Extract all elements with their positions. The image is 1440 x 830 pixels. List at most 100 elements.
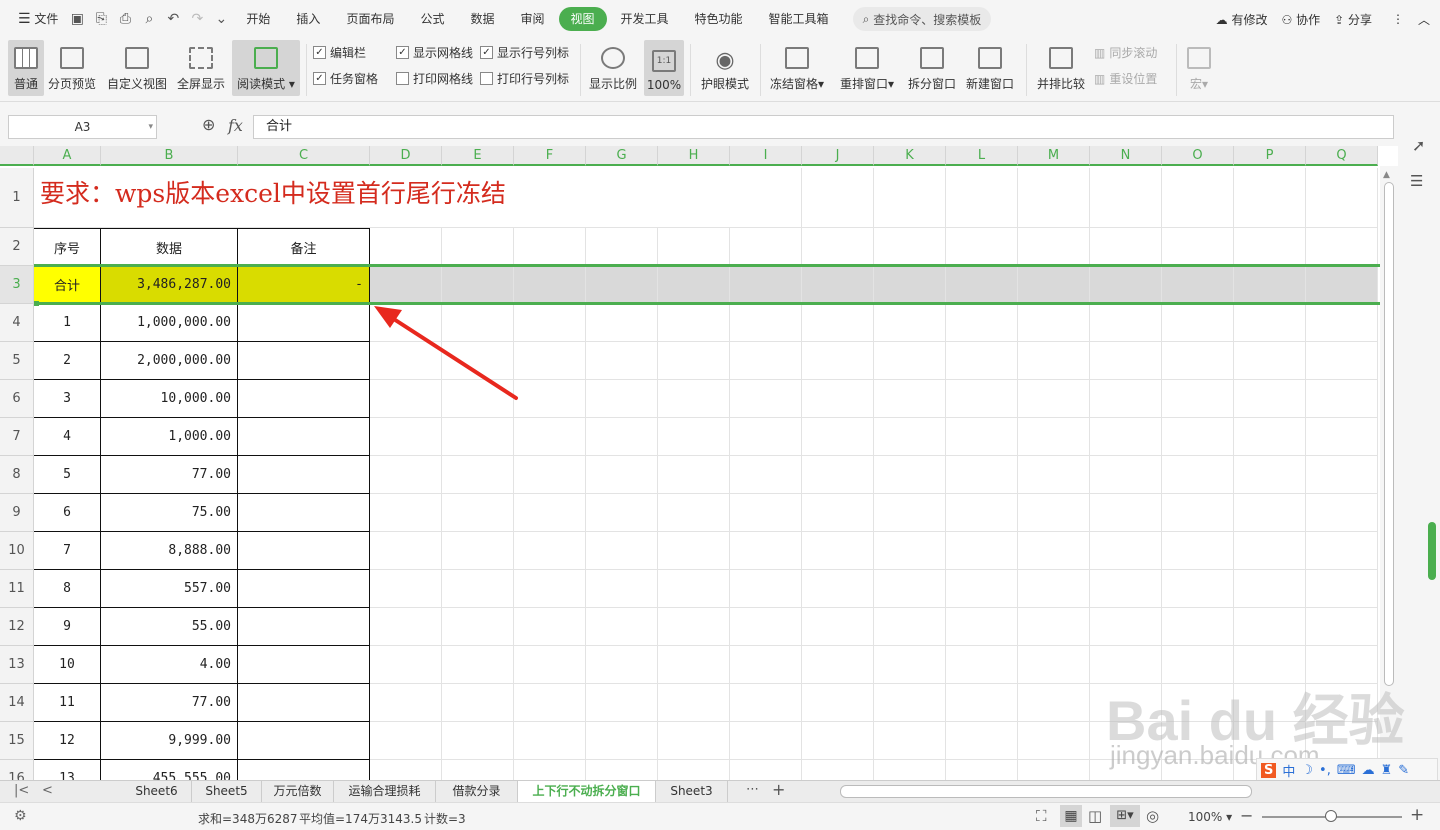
empty-cell[interactable] bbox=[658, 304, 730, 342]
empty-cell[interactable] bbox=[1090, 228, 1162, 266]
row-header-4[interactable]: 4 bbox=[0, 304, 34, 342]
empty-cell[interactable] bbox=[514, 760, 586, 780]
eye-care-button[interactable]: ◉ 护眼模式 bbox=[698, 40, 752, 96]
empty-cell[interactable] bbox=[1018, 608, 1090, 646]
empty-cell[interactable] bbox=[442, 608, 514, 646]
empty-cell[interactable] bbox=[730, 760, 802, 780]
page-break-preview-button[interactable]: 分页预览 bbox=[46, 40, 98, 96]
macro-record-icon[interactable]: ⚙ bbox=[14, 808, 27, 824]
print-headers-checkbox[interactable]: 打印行号列标 bbox=[480, 70, 569, 87]
value-cell[interactable]: 8,888.00 bbox=[101, 532, 238, 570]
more-sheets-icon[interactable]: ⋯ bbox=[746, 782, 759, 797]
value-cell[interactable]: 2,000,000.00 bbox=[101, 342, 238, 380]
empty-cell[interactable] bbox=[442, 684, 514, 722]
empty-cell[interactable] bbox=[586, 456, 658, 494]
empty-cell[interactable] bbox=[946, 494, 1018, 532]
empty-cell[interactable] bbox=[586, 228, 658, 266]
empty-cell[interactable] bbox=[1090, 532, 1162, 570]
empty-cell[interactable] bbox=[1090, 608, 1162, 646]
tab-review[interactable]: 审阅 bbox=[508, 7, 556, 31]
selection-handle[interactable] bbox=[34, 301, 39, 306]
empty-cell[interactable] bbox=[802, 532, 874, 570]
empty-cell[interactable] bbox=[1090, 418, 1162, 456]
empty-cell[interactable] bbox=[946, 168, 1018, 228]
column-header-j[interactable]: J bbox=[802, 146, 874, 166]
empty-cell[interactable] bbox=[586, 380, 658, 418]
tab-page-layout[interactable]: 页面布局 bbox=[334, 7, 406, 31]
empty-cell[interactable] bbox=[586, 684, 658, 722]
total-value-cell[interactable]: 3,486,287.00 bbox=[101, 266, 238, 304]
empty-cell[interactable] bbox=[1234, 570, 1306, 608]
empty-cell[interactable] bbox=[658, 532, 730, 570]
row-header-5[interactable]: 5 bbox=[0, 342, 34, 380]
zoom-in-icon[interactable]: + bbox=[1410, 805, 1424, 825]
column-header-k[interactable]: K bbox=[874, 146, 946, 166]
column-header-m[interactable]: M bbox=[1018, 146, 1090, 166]
add-sheet-icon[interactable]: + bbox=[772, 780, 785, 799]
note-cell[interactable] bbox=[238, 646, 370, 684]
empty-cell[interactable] bbox=[730, 570, 802, 608]
empty-cell[interactable] bbox=[442, 228, 514, 266]
note-cell[interactable] bbox=[238, 760, 370, 780]
empty-cell[interactable] bbox=[1090, 380, 1162, 418]
sync-scroll-button[interactable]: ▥ 同步滚动 bbox=[1094, 44, 1157, 61]
formula-input[interactable]: 合计 bbox=[253, 115, 1394, 139]
frozen-row-cell[interactable] bbox=[1306, 266, 1378, 304]
empty-cell[interactable] bbox=[946, 570, 1018, 608]
tab-insert[interactable]: 插入 bbox=[284, 7, 332, 31]
has-changes-button[interactable]: ☁ 有修改 bbox=[1216, 11, 1268, 28]
normal-view-button[interactable]: 普通 bbox=[8, 40, 44, 96]
header-cell[interactable]: 备注 bbox=[238, 228, 370, 266]
tab-developer[interactable]: 开发工具 bbox=[609, 7, 681, 31]
empty-cell[interactable] bbox=[730, 722, 802, 760]
index-cell[interactable]: 13 bbox=[34, 760, 101, 780]
column-header-q[interactable]: Q bbox=[1306, 146, 1378, 166]
empty-cell[interactable] bbox=[442, 418, 514, 456]
empty-cell[interactable] bbox=[946, 304, 1018, 342]
empty-cell[interactable] bbox=[514, 646, 586, 684]
custom-view-button[interactable]: 自定义视图 bbox=[104, 40, 170, 96]
row-header-11[interactable]: 11 bbox=[0, 570, 34, 608]
row-header-14[interactable]: 14 bbox=[0, 684, 34, 722]
empty-cell[interactable] bbox=[1162, 608, 1234, 646]
frozen-row-cell[interactable] bbox=[1162, 266, 1234, 304]
sheet-tab[interactable]: Sheet5 bbox=[192, 781, 262, 803]
index-cell[interactable]: 3 bbox=[34, 380, 101, 418]
value-cell[interactable]: 455,555.00 bbox=[101, 760, 238, 780]
row-header-16[interactable]: 16 bbox=[0, 760, 34, 780]
column-header-i[interactable]: I bbox=[730, 146, 802, 166]
tab-formula[interactable]: 公式 bbox=[408, 7, 456, 31]
empty-cell[interactable] bbox=[586, 646, 658, 684]
frozen-row-cell[interactable] bbox=[370, 266, 442, 304]
column-header-l[interactable]: L bbox=[946, 146, 1018, 166]
sheet-tab[interactable]: Sheet3 bbox=[656, 781, 728, 803]
panel-scroll-indicator[interactable] bbox=[1428, 522, 1436, 580]
frozen-row-cell[interactable] bbox=[1018, 266, 1090, 304]
empty-cell[interactable] bbox=[946, 684, 1018, 722]
empty-cell[interactable] bbox=[1018, 494, 1090, 532]
tab-special[interactable]: 特色功能 bbox=[683, 7, 755, 31]
empty-cell[interactable] bbox=[442, 532, 514, 570]
value-cell[interactable]: 9,999.00 bbox=[101, 722, 238, 760]
empty-cell[interactable] bbox=[1234, 228, 1306, 266]
side-by-side-button[interactable]: 并排比较 bbox=[1034, 40, 1088, 96]
empty-cell[interactable] bbox=[946, 418, 1018, 456]
index-cell[interactable]: 6 bbox=[34, 494, 101, 532]
frozen-row-cell[interactable] bbox=[802, 266, 874, 304]
empty-cell[interactable] bbox=[730, 494, 802, 532]
empty-cell[interactable] bbox=[1090, 570, 1162, 608]
empty-cell[interactable] bbox=[730, 168, 802, 228]
reading-mode-button[interactable]: 阅读模式 ▾ bbox=[232, 40, 300, 96]
empty-cell[interactable] bbox=[1018, 684, 1090, 722]
index-cell[interactable]: 11 bbox=[34, 684, 101, 722]
zoom-100-button[interactable]: 1:1 100% bbox=[644, 40, 684, 96]
empty-cell[interactable] bbox=[1018, 380, 1090, 418]
empty-cell[interactable] bbox=[1306, 456, 1378, 494]
empty-cell[interactable] bbox=[946, 456, 1018, 494]
value-cell[interactable]: 10,000.00 bbox=[101, 380, 238, 418]
column-header-h[interactable]: H bbox=[658, 146, 730, 166]
empty-cell[interactable] bbox=[802, 168, 874, 228]
empty-cell[interactable] bbox=[874, 380, 946, 418]
frozen-row-cell[interactable] bbox=[586, 266, 658, 304]
empty-cell[interactable] bbox=[658, 342, 730, 380]
